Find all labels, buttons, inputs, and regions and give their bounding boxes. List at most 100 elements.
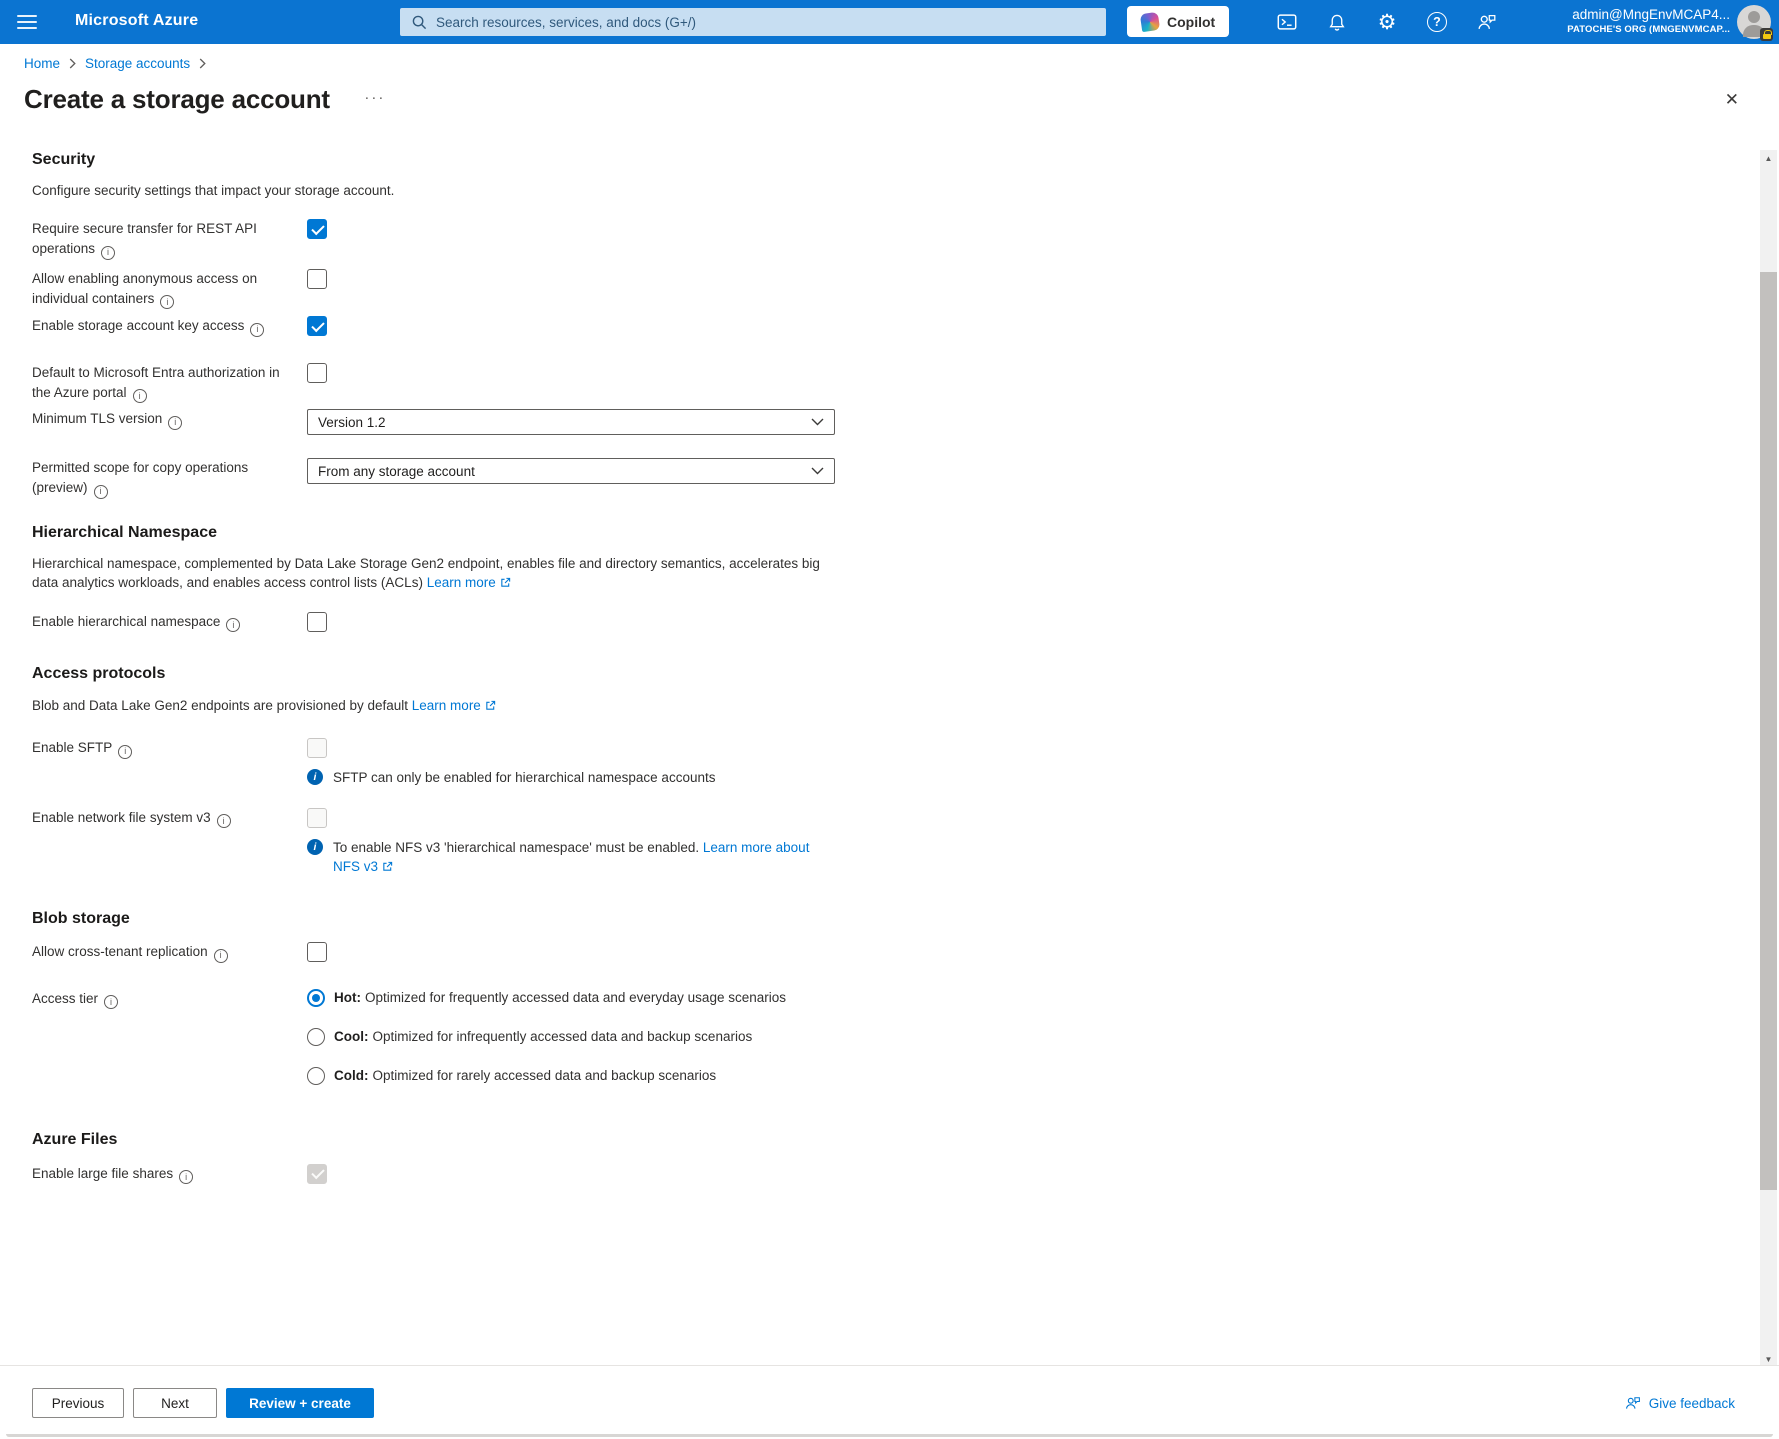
nfs-checkbox	[307, 808, 327, 828]
settings-gear-icon[interactable]: ⚙	[1362, 0, 1412, 44]
info-icon[interactable]: i	[101, 246, 115, 260]
info-icon[interactable]: i	[133, 389, 147, 403]
learn-more-link[interactable]: Learn more	[427, 575, 496, 590]
field-require-secure-transfer: Require secure transfer for REST API ope…	[32, 219, 862, 260]
wizard-footer: Previous Next Review + create Give feedb…	[0, 1365, 1779, 1439]
info-icon[interactable]: i	[214, 949, 228, 963]
scrollbar-thumb[interactable]	[1760, 272, 1777, 1190]
info-filled-icon: i	[307, 769, 323, 785]
vertical-scrollbar[interactable]: ▲ ▼	[1760, 150, 1777, 1368]
more-options-icon[interactable]: ···	[364, 89, 385, 106]
info-icon[interactable]: i	[104, 995, 118, 1009]
give-feedback-link[interactable]: Give feedback	[1624, 1394, 1735, 1412]
hierarchical-namespace-description: Hierarchical namespace, complemented by …	[32, 554, 832, 593]
search-placeholder: Search resources, services, and docs (G+…	[436, 15, 696, 30]
field-enable-sftp: Enable SFTP i	[32, 738, 862, 759]
breadcrumb-storage-accounts[interactable]: Storage accounts	[85, 56, 190, 71]
cloud-shell-icon[interactable]	[1262, 0, 1312, 44]
info-icon[interactable]: i	[217, 814, 231, 828]
info-icon[interactable]: i	[179, 1170, 193, 1184]
scroll-up-icon[interactable]: ▲	[1760, 150, 1777, 167]
radio-button[interactable]	[307, 1067, 325, 1085]
access-tier-cool[interactable]: Cool: Optimized for infrequently accesse…	[307, 1028, 786, 1046]
next-button[interactable]: Next	[133, 1388, 217, 1418]
field-enable-nfs: Enable network file system v3 i	[32, 808, 862, 829]
chevron-down-icon	[811, 418, 824, 426]
selected-value: From any storage account	[318, 464, 475, 479]
field-copy-scope: Permitted scope for copy operations (pre…	[32, 458, 862, 499]
info-text: SFTP can only be enabled for hierarchica…	[333, 768, 715, 787]
copilot-button[interactable]: Copilot	[1127, 6, 1229, 37]
info-icon[interactable]: i	[250, 323, 264, 337]
copy-scope-select[interactable]: From any storage account	[307, 458, 835, 484]
external-link-icon	[382, 860, 393, 875]
field-min-tls: Minimum TLS versioni Version 1.2	[32, 409, 862, 435]
copilot-label: Copilot	[1167, 14, 1215, 30]
search-icon	[412, 15, 427, 30]
access-tier-cold[interactable]: Cold: Optimized for rarely accessed data…	[307, 1067, 786, 1085]
info-icon[interactable]: i	[118, 745, 132, 759]
cross-tenant-replication-checkbox[interactable]	[307, 942, 327, 962]
feedback-icon[interactable]	[1462, 0, 1512, 44]
external-link-icon	[485, 699, 496, 714]
access-tier-hot[interactable]: Hot: Optimized for frequently accessed d…	[307, 989, 786, 1007]
page-header: Create a storage account ··· ✕	[24, 84, 1755, 124]
notifications-icon[interactable]	[1312, 0, 1362, 44]
info-icon[interactable]: i	[160, 295, 174, 309]
hierarchical-namespace-section-title: Hierarchical Namespace	[32, 523, 862, 543]
radio-button[interactable]	[307, 989, 325, 1007]
large-file-shares-checkbox	[307, 1164, 327, 1184]
field-entra-authorization: Default to Microsoft Entra authorization…	[32, 363, 862, 404]
selected-value: Version 1.2	[318, 415, 386, 430]
require-secure-transfer-checkbox[interactable]	[307, 219, 327, 239]
avatar[interactable]	[1737, 5, 1771, 39]
window-bottom-edge	[6, 1434, 1773, 1437]
field-anonymous-access: Allow enabling anonymous access on indiv…	[32, 269, 862, 310]
info-icon[interactable]: i	[226, 618, 240, 632]
entra-authorization-checkbox[interactable]	[307, 363, 327, 383]
previous-button[interactable]: Previous	[32, 1388, 124, 1418]
field-hierarchical-namespace: Enable hierarchical namespace i	[32, 612, 862, 633]
azure-files-section-title: Azure Files	[32, 1130, 862, 1150]
min-tls-select[interactable]: Version 1.2	[307, 409, 835, 435]
advanced-tab-content: Security Configure security settings tha…	[32, 142, 862, 1184]
field-label: Enable SFTP	[32, 740, 112, 755]
field-label: Require secure transfer for REST API ope…	[32, 221, 257, 256]
info-icon[interactable]: i	[168, 416, 182, 430]
copilot-icon	[1140, 11, 1160, 31]
review-create-button[interactable]: Review + create	[226, 1388, 374, 1418]
info-icon[interactable]: i	[94, 485, 108, 499]
brand-title[interactable]: Microsoft Azure	[75, 12, 198, 30]
key-access-checkbox[interactable]	[307, 316, 327, 336]
info-text: To enable NFS v3 'hierarchical namespace…	[333, 838, 838, 877]
anonymous-access-checkbox[interactable]	[307, 269, 327, 289]
field-label: Enable large file shares	[32, 1166, 173, 1181]
feedback-person-icon	[1624, 1394, 1642, 1412]
field-label: Default to Microsoft Entra authorization…	[32, 365, 280, 400]
external-link-icon	[500, 576, 511, 591]
lock-icon	[1760, 28, 1773, 41]
help-icon[interactable]: ?	[1412, 0, 1462, 44]
field-large-file-shares: Enable large file shares i	[32, 1164, 862, 1185]
info-filled-icon: i	[307, 839, 323, 855]
search-input[interactable]: Search resources, services, and docs (G+…	[400, 8, 1106, 36]
close-icon[interactable]: ✕	[1725, 90, 1739, 110]
menu-icon[interactable]	[17, 15, 37, 29]
learn-more-link[interactable]: Learn more	[412, 698, 481, 713]
field-label: Enable hierarchical namespace	[32, 614, 220, 629]
account-menu[interactable]: admin@MngEnvMCAP4... PATOCHE'S ORG (MNGE…	[1567, 6, 1730, 36]
topbar-icons: ⚙ ?	[1262, 0, 1512, 44]
security-section-title: Security	[32, 150, 862, 170]
breadcrumb-home[interactable]: Home	[24, 56, 60, 71]
field-label: Permitted scope for copy operations (pre…	[32, 460, 248, 495]
hierarchical-namespace-checkbox[interactable]	[307, 612, 327, 632]
field-cross-tenant-replication: Allow cross-tenant replication i	[32, 942, 862, 963]
access-tier-options: Hot: Optimized for frequently accessed d…	[307, 989, 786, 1106]
radio-button[interactable]	[307, 1028, 325, 1046]
account-email: admin@MngEnvMCAP4...	[1567, 6, 1730, 23]
security-description: Configure security settings that impact …	[32, 181, 832, 200]
account-org: PATOCHE'S ORG (MNGENVMCAP...	[1567, 23, 1730, 36]
field-label: Enable network file system v3	[32, 810, 211, 825]
field-label: Allow enabling anonymous access on indiv…	[32, 271, 257, 306]
field-label: Allow cross-tenant replication	[32, 944, 208, 959]
